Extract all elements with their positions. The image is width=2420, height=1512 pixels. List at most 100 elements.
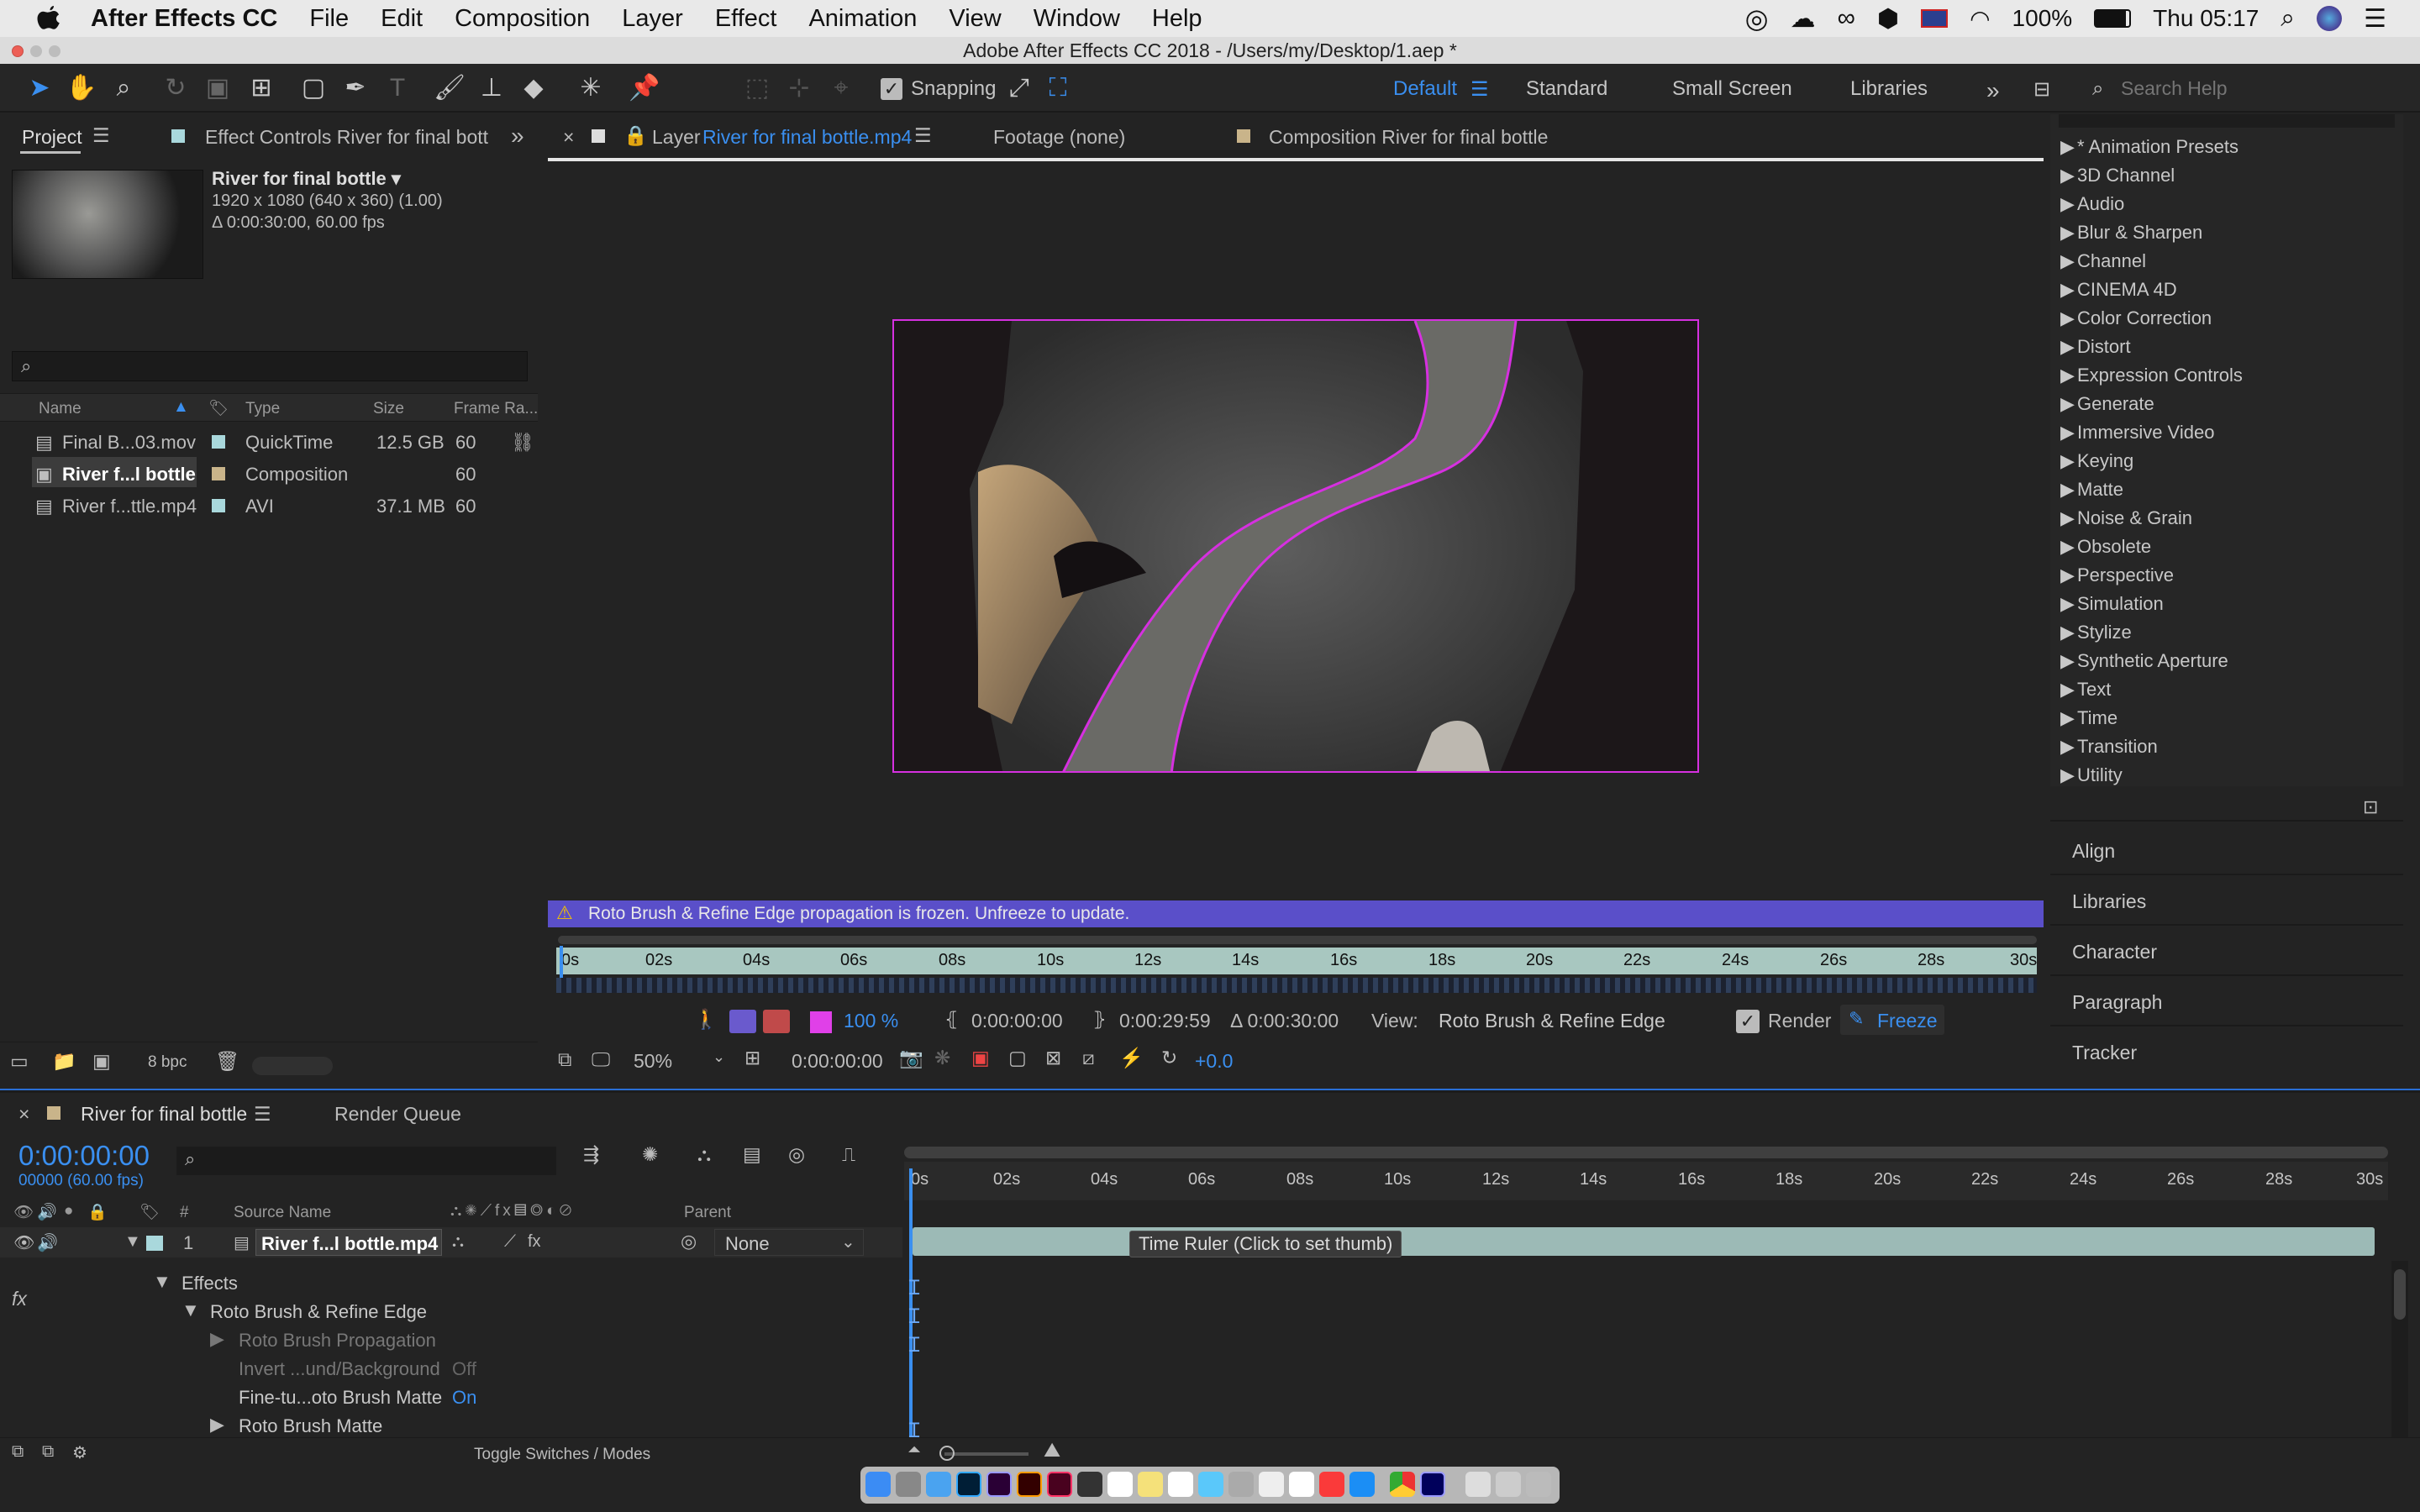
project-item-name[interactable]: River for final bottle ▾: [212, 168, 401, 190]
rectangle-tool-icon[interactable]: ▢: [297, 72, 329, 104]
column-frame-rate[interactable]: Frame Ra...: [454, 400, 538, 418]
effect-category[interactable]: Transition: [2077, 736, 2158, 758]
timeline-menu-icon[interactable]: ☰: [254, 1103, 271, 1126]
project-menu-icon[interactable]: ☰: [92, 124, 110, 147]
channel-icon[interactable]: ▣: [971, 1047, 990, 1069]
project-search-field[interactable]: ⌕: [12, 351, 528, 381]
toggle-switches-modes[interactable]: Toggle Switches / Modes: [474, 1446, 650, 1464]
effect-switch-icon[interactable]: fx: [528, 1232, 541, 1252]
effects-expand-icon[interactable]: ▼: [153, 1271, 171, 1293]
invert-value[interactable]: Off: [452, 1358, 476, 1380]
region-of-interest-icon[interactable]: ▢: [1008, 1047, 1027, 1069]
in-out-pane-icon[interactable]: ⚙: [72, 1442, 87, 1463]
menubar-clock[interactable]: Thu 05:17: [2153, 5, 2259, 32]
monitor-icon[interactable]: 🖵: [592, 1048, 610, 1071]
effect-category[interactable]: Color Correction: [2077, 307, 2212, 329]
brush-tool-icon[interactable]: 🖌: [434, 72, 466, 104]
layer-tab-menu-icon[interactable]: ☰: [914, 124, 932, 147]
effect-category[interactable]: Perspective: [2077, 564, 2174, 586]
workspace-menu-icon[interactable]: ☰: [1470, 77, 1489, 102]
effect-category[interactable]: Simulation: [2077, 593, 2164, 615]
more-workspaces-icon[interactable]: »: [1986, 77, 2000, 104]
menu-view[interactable]: View: [949, 5, 1001, 33]
timeline-zoom-slider[interactable]: [939, 1446, 1028, 1461]
layer-controls-icon[interactable]: ⧄: [1082, 1047, 1095, 1069]
indesign-icon[interactable]: [1047, 1472, 1072, 1497]
pan-behind-tool-icon[interactable]: ⊞: [245, 72, 277, 104]
pencil-app-icon[interactable]: [1259, 1472, 1284, 1497]
status-icon[interactable]: ◎: [1745, 3, 1769, 34]
flowchart-icon[interactable]: ⛓: [511, 432, 534, 454]
window-close-button[interactable]: [12, 45, 24, 57]
apple-icon[interactable]: [34, 3, 64, 34]
rotation-tool-icon[interactable]: ↻: [160, 72, 192, 104]
workspace-default[interactable]: Default: [1393, 77, 1457, 101]
viewer-work-area-bar[interactable]: [558, 936, 2037, 944]
effect-category[interactable]: Expression Controls: [2077, 365, 2243, 386]
composition-mini-flowchart-icon[interactable]: ⇶: [583, 1143, 599, 1166]
axis-local-icon[interactable]: ⬚: [741, 72, 773, 104]
eraser-tool-icon[interactable]: ◆: [518, 72, 550, 104]
interpret-footage-icon[interactable]: ▭: [10, 1050, 29, 1073]
snapping-checkbox[interactable]: ✓: [881, 78, 902, 100]
app-icon[interactable]: [1289, 1472, 1314, 1497]
search-help-input[interactable]: [2121, 74, 2390, 102]
panel-align[interactable]: Align: [2072, 840, 2115, 863]
timeline-scrollbar[interactable]: [2391, 1261, 2408, 1462]
roto-effect-label[interactable]: Roto Brush & Refine Edge: [210, 1301, 427, 1323]
roto-effect-expand-icon[interactable]: ▼: [182, 1299, 200, 1321]
set-in-point-icon[interactable]: ⦃: [944, 1008, 959, 1031]
spotlight-search-icon[interactable]: ⌕: [2281, 4, 2295, 33]
draft-3d-icon[interactable]: ✺: [642, 1143, 658, 1166]
news-icon[interactable]: [1319, 1472, 1344, 1497]
shield-icon[interactable]: ⬢: [1877, 4, 1899, 34]
quality-switch-icon[interactable]: ⟋: [504, 1232, 516, 1252]
overlay-opacity[interactable]: 100 %: [844, 1010, 898, 1032]
effects-group-label[interactable]: Effects: [182, 1273, 238, 1294]
axis-world-icon[interactable]: ⊹: [783, 72, 815, 104]
panel-character[interactable]: Character: [2072, 941, 2157, 963]
app-icon[interactable]: [1228, 1472, 1254, 1497]
menu-file[interactable]: File: [309, 5, 349, 33]
window-zoom-button[interactable]: [49, 45, 60, 57]
exposure-value[interactable]: +0.0: [1195, 1050, 1233, 1073]
tab-footage[interactable]: Footage (none): [993, 126, 1125, 149]
in-point-time[interactable]: 0:00:00:00: [971, 1010, 1063, 1032]
roto-add-mode-button[interactable]: [729, 1010, 756, 1033]
sync-settings-icon[interactable]: ⊟: [2033, 77, 2050, 102]
always-preview-icon[interactable]: ⧉: [558, 1048, 571, 1071]
effect-category[interactable]: Stylize: [2077, 622, 2132, 643]
lock-switch-icon[interactable]: 🔒: [87, 1202, 108, 1222]
notification-center-icon[interactable]: ☰: [2364, 4, 2386, 34]
safe-margins-icon[interactable]: ⊞: [744, 1047, 760, 1069]
effect-category[interactable]: Text: [2077, 679, 2111, 701]
lock-icon[interactable]: 🔒: [623, 124, 648, 147]
snap-features-icon[interactable]: ⛶: [1042, 72, 1074, 104]
axis-view-icon[interactable]: ⌖: [825, 72, 857, 104]
layer-expand-icon[interactable]: ▼: [124, 1232, 141, 1252]
pen-tool-icon[interactable]: ✒: [339, 72, 371, 104]
parent-dropdown[interactable]: None ⌄: [714, 1229, 864, 1256]
effect-category[interactable]: Keying: [2077, 450, 2133, 472]
set-out-point-icon[interactable]: ⦄: [1092, 1008, 1107, 1031]
menu-layer[interactable]: Layer: [622, 5, 683, 33]
siri-icon[interactable]: [2317, 6, 2343, 31]
downloads-icon[interactable]: [1496, 1472, 1521, 1497]
clone-stamp-tool-icon[interactable]: ⊥: [476, 72, 508, 104]
new-folder-icon[interactable]: 📁: [52, 1050, 76, 1073]
view-dropdown[interactable]: Roto Brush & Refine Edge: [1434, 1006, 1665, 1035]
effect-category[interactable]: Noise & Grain: [2077, 507, 2192, 529]
column-name[interactable]: Name: [39, 400, 82, 418]
current-time-display[interactable]: 0:00:00:00: [792, 1050, 883, 1073]
layer-switches-pane-icon[interactable]: ⧉: [12, 1442, 24, 1462]
tab-layer-prefix[interactable]: Layer: [652, 126, 701, 149]
panel-paragraph[interactable]: Paragraph: [2072, 991, 2162, 1014]
battery-icon[interactable]: [2094, 9, 2132, 28]
overlay-color-swatch[interactable]: [810, 1011, 832, 1033]
magnification-value[interactable]: 50%: [634, 1050, 672, 1073]
close-tab-icon[interactable]: ×: [18, 1103, 29, 1126]
graph-editor-icon[interactable]: ⎍: [842, 1143, 855, 1166]
launchpad-icon[interactable]: [896, 1472, 921, 1497]
effect-category[interactable]: Channel: [2077, 250, 2146, 272]
folder-icon[interactable]: [1465, 1472, 1491, 1497]
